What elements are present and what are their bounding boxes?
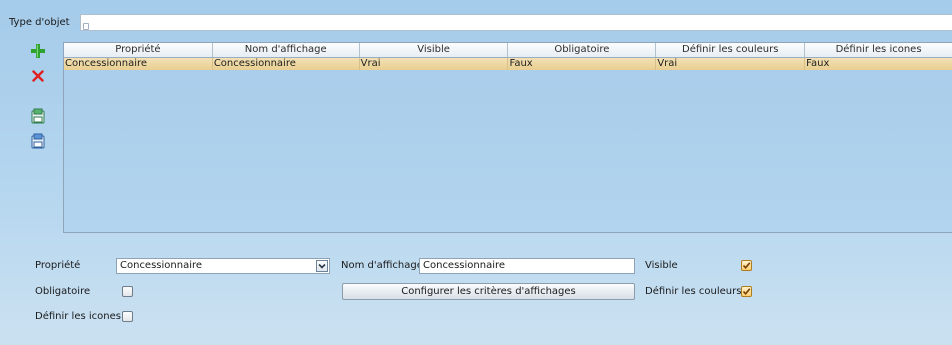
column-header[interactable]: Obligatoire: [508, 43, 657, 57]
icones-label: Définir les icones: [35, 311, 121, 322]
obligatoire-label: Obligatoire: [35, 286, 91, 297]
column-header[interactable]: Propriété: [64, 43, 213, 57]
load-button[interactable]: [29, 132, 47, 150]
save-icon: [31, 108, 45, 124]
type-input[interactable]: [80, 14, 952, 31]
table-cell: Concessionnaire: [213, 58, 360, 70]
propriete-label: Propriété: [35, 260, 81, 271]
couleurs-checkbox[interactable]: [741, 286, 752, 297]
grid-header: Propriété Nom d'affichage Visible Obliga…: [64, 43, 952, 58]
column-header[interactable]: Visible: [360, 43, 509, 57]
type-label: Type d'objet: [9, 17, 70, 28]
table-cell: Vrai: [656, 58, 806, 70]
properties-grid[interactable]: Propriété Nom d'affichage Visible Obliga…: [63, 42, 952, 233]
column-header[interactable]: Définir les couleurs: [656, 43, 806, 57]
add-icon: [31, 44, 45, 58]
load-icon: [31, 133, 45, 149]
column-header[interactable]: Nom d'affichage: [213, 43, 360, 57]
table-row[interactable]: Concessionnaire Concessionnaire Vrai Fau…: [64, 58, 952, 70]
delete-button[interactable]: [29, 67, 47, 85]
column-header[interactable]: Définir les icones: [805, 43, 952, 57]
propriete-select-value: Concessionnaire: [120, 260, 203, 271]
text-cursor-icon: [83, 23, 89, 30]
nom-affichage-field[interactable]: Concessionnaire: [419, 258, 635, 274]
checkmark-icon: [742, 288, 751, 296]
obligatoire-checkbox[interactable]: [122, 286, 133, 297]
visible-checkbox[interactable]: [741, 260, 752, 271]
chevron-down-icon[interactable]: [316, 260, 328, 272]
table-cell: Vrai: [360, 58, 509, 70]
configure-criteria-button[interactable]: Configurer les critères d'affichages: [342, 283, 635, 300]
icones-checkbox[interactable]: [122, 311, 133, 322]
nom-affichage-label: Nom d'affichage: [341, 260, 423, 271]
add-button[interactable]: [29, 42, 47, 60]
table-cell: Faux: [806, 58, 830, 69]
save-button[interactable]: [29, 107, 47, 125]
couleurs-label: Définir les couleurs: [645, 286, 742, 297]
checkmark-icon: [742, 262, 751, 270]
propriete-select[interactable]: Concessionnaire: [116, 258, 330, 274]
table-cell: Faux: [508, 58, 657, 70]
delete-icon: [32, 70, 44, 82]
table-cell: Concessionnaire: [64, 58, 213, 70]
visible-label: Visible: [645, 260, 678, 271]
